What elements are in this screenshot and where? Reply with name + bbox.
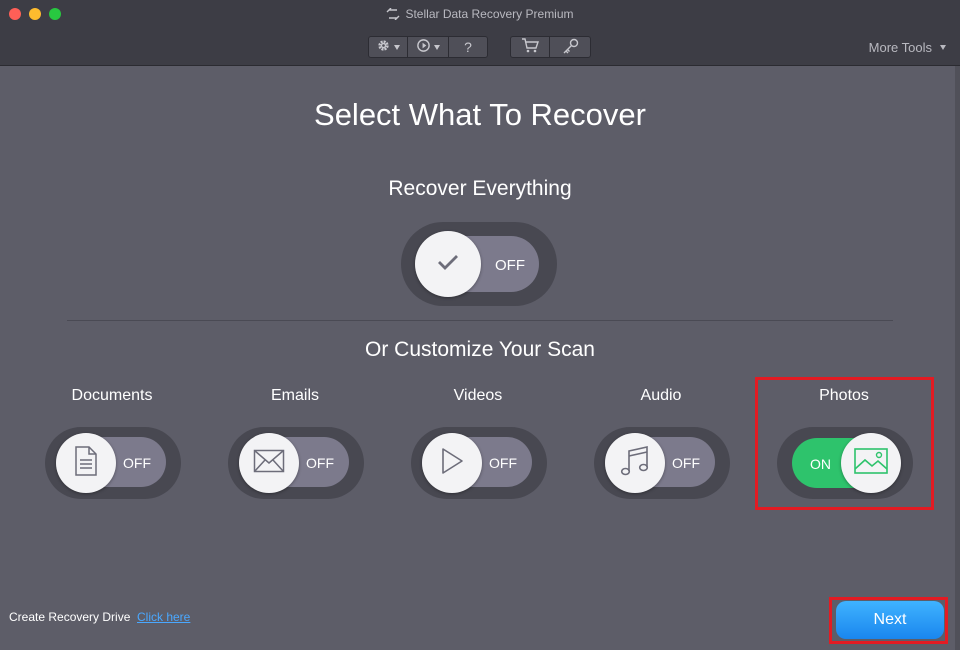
audio-toggle[interactable]: OFF: [594, 427, 730, 499]
section-divider: [67, 320, 893, 321]
cart-button[interactable]: [511, 37, 550, 57]
checkmark-icon: [437, 253, 459, 276]
category-label-videos: Videos: [453, 387, 503, 404]
emails-toggle[interactable]: OFF: [228, 427, 364, 499]
play-icon: [440, 447, 464, 480]
history-dropdown-icon: [434, 44, 440, 50]
gear-icon: [376, 38, 391, 56]
next-button[interactable]: Next: [836, 601, 944, 639]
key-icon: [562, 38, 579, 57]
settings-button[interactable]: [369, 37, 408, 57]
app-logo-icon: [386, 7, 400, 23]
chevron-down-icon: [940, 45, 946, 50]
photos-highlight-box: [755, 377, 934, 510]
help-icon: ?: [464, 39, 472, 55]
help-button[interactable]: ?: [449, 37, 487, 57]
music-note-icon: [620, 445, 650, 482]
toggle-state: OFF: [672, 455, 700, 471]
toggle-knob: [422, 433, 482, 493]
category-label-audio: Audio: [640, 387, 682, 404]
settings-dropdown-icon: [394, 44, 400, 50]
recover-everything-label: Recover Everything: [388, 177, 572, 200]
toolbar-group-main: ?: [368, 36, 488, 58]
more-tools-label: More Tools: [868, 40, 932, 55]
history-button[interactable]: [408, 37, 449, 57]
toggle-state: OFF: [495, 257, 525, 274]
videos-toggle[interactable]: OFF: [411, 427, 547, 499]
page-title: Select What To Recover: [314, 97, 646, 132]
envelope-icon: [253, 449, 285, 478]
toggle-knob: [415, 231, 481, 297]
category-label-documents: Documents: [71, 387, 153, 404]
toggle-state: OFF: [123, 455, 151, 471]
document-icon: [74, 445, 98, 481]
toggle-knob: [239, 433, 299, 493]
cart-icon: [521, 38, 539, 56]
toggle-knob: [56, 433, 116, 493]
activation-key-button[interactable]: [550, 37, 590, 57]
toggle-knob: [605, 433, 665, 493]
title-bar: Stellar Data Recovery Premium ? More Too…: [0, 0, 960, 66]
toggle-state: OFF: [306, 455, 334, 471]
customize-scan-label: Or Customize Your Scan: [365, 338, 595, 361]
create-recovery-drive-label: Create Recovery Drive: [9, 610, 131, 624]
documents-toggle[interactable]: OFF: [45, 427, 181, 499]
more-tools-menu[interactable]: More Tools: [869, 40, 946, 55]
window-title-text: Stellar Data Recovery Premium: [405, 7, 574, 21]
history-icon: [416, 38, 431, 56]
category-label-emails: Emails: [270, 387, 319, 404]
create-recovery-drive-link[interactable]: Click here: [137, 610, 190, 624]
toolbar-group-store: [510, 36, 591, 58]
recover-everything-toggle[interactable]: OFF: [401, 222, 557, 306]
window-title: Stellar Data Recovery Premium: [0, 7, 960, 23]
toggle-state: OFF: [489, 455, 517, 471]
